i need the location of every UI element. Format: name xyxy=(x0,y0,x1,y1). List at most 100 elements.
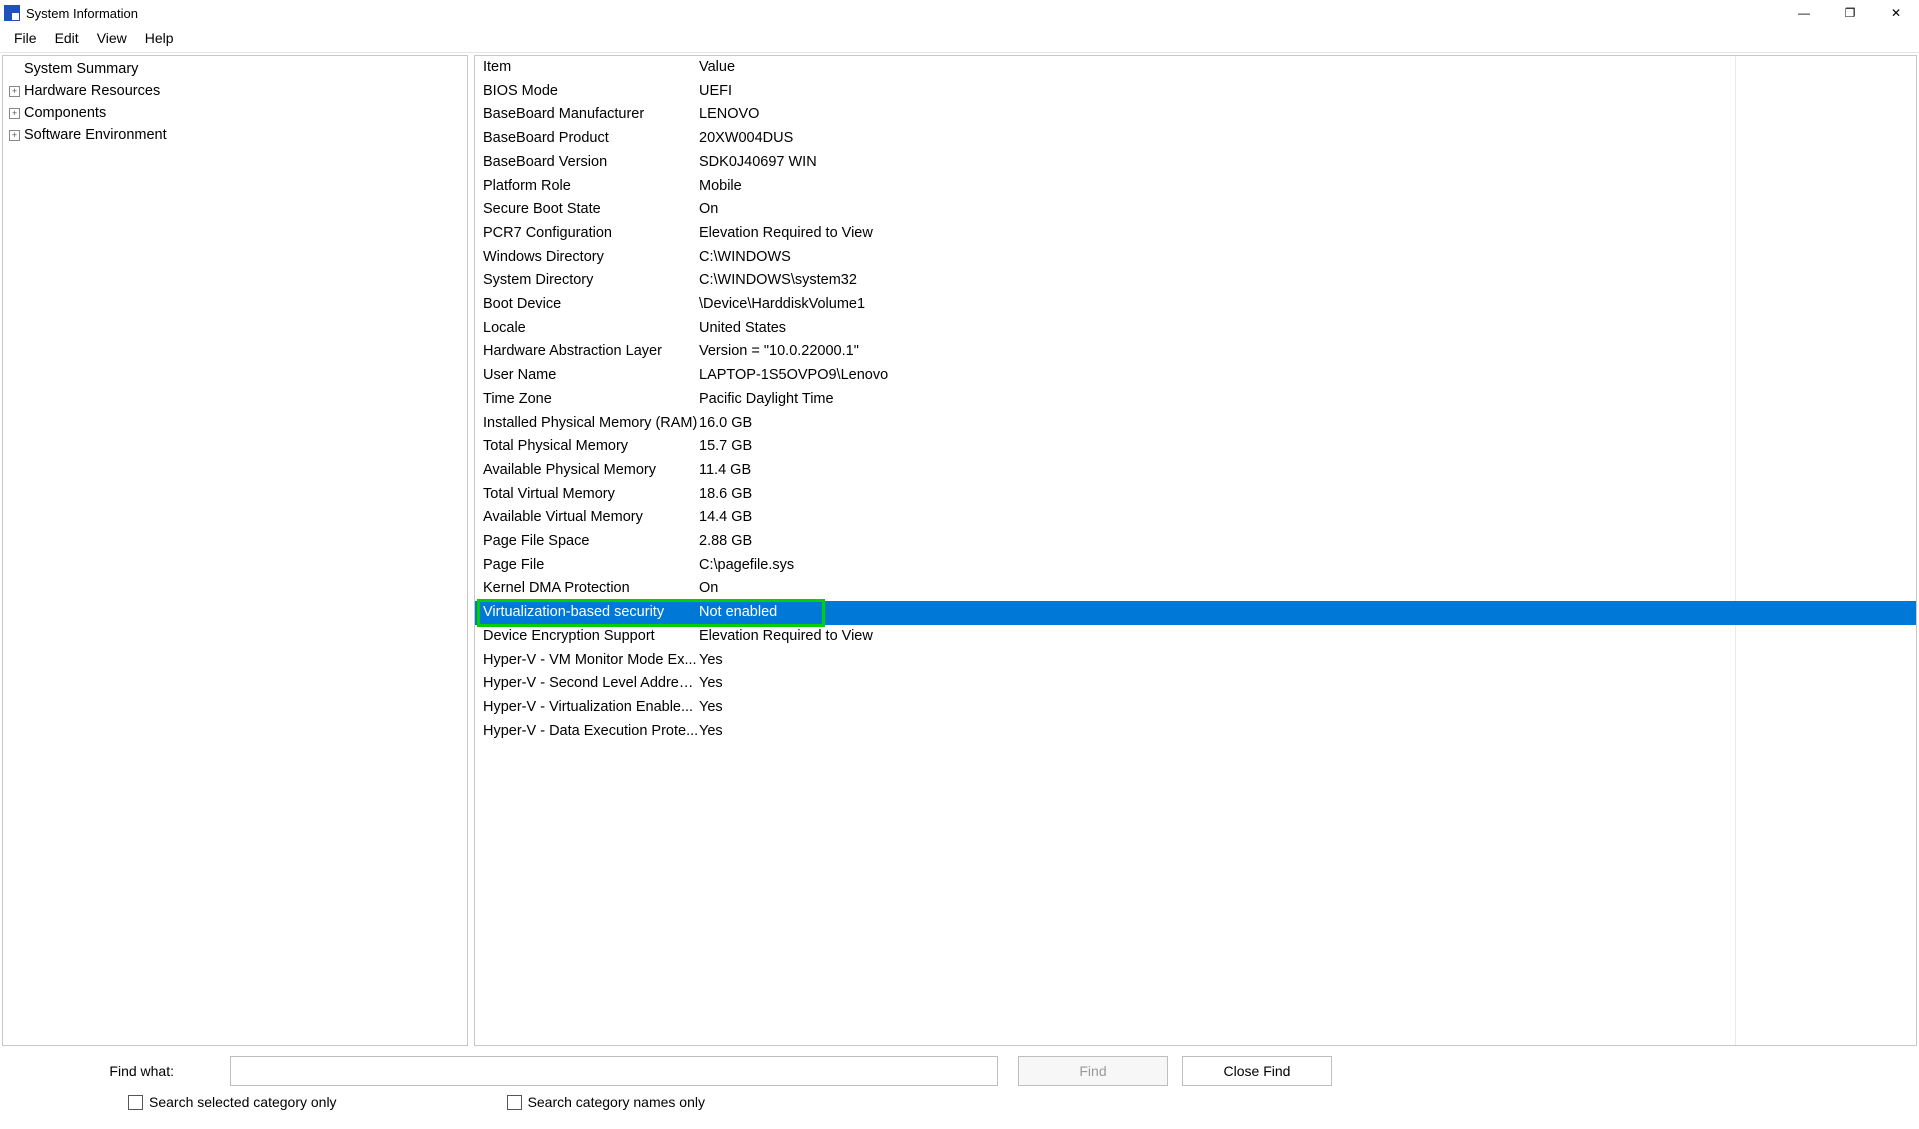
value-cell: 16.0 GB xyxy=(699,412,1916,436)
menu-view[interactable]: View xyxy=(89,28,135,48)
item-cell: User Name xyxy=(475,364,699,388)
details-row[interactable]: Page FileC:\pagefile.sys xyxy=(475,554,1916,578)
close-find-button[interactable]: Close Find xyxy=(1182,1056,1332,1086)
details-row[interactable]: BaseBoard Product20XW004DUS xyxy=(475,127,1916,151)
value-cell: United States xyxy=(699,317,1916,341)
details-scroll[interactable]: Item Value BIOS ModeUEFIBaseBoard Manufa… xyxy=(475,56,1916,1045)
item-cell: Hyper-V - Data Execution Prote... xyxy=(475,720,699,744)
tree-item-label: Software Environment xyxy=(24,125,167,145)
plus-icon[interactable]: + xyxy=(9,86,20,97)
item-cell: Available Physical Memory xyxy=(475,459,699,483)
value-cell: On xyxy=(699,577,1916,601)
value-cell: C:\WINDOWS xyxy=(699,246,1916,270)
details-row[interactable]: System DirectoryC:\WINDOWS\system32 xyxy=(475,269,1916,293)
search-names-checkbox[interactable]: Search category names only xyxy=(507,1094,705,1110)
checkbox-label: Search category names only xyxy=(528,1094,705,1110)
tree-root[interactable]: + System Summary xyxy=(3,58,467,80)
details-row[interactable]: Page File Space2.88 GB xyxy=(475,530,1916,554)
value-cell: C:\pagefile.sys xyxy=(699,554,1916,578)
close-button[interactable]: ✕ xyxy=(1873,0,1919,26)
item-cell: Hyper-V - Second Level Address... xyxy=(475,672,699,696)
value-cell: Yes xyxy=(699,720,1916,744)
details-row[interactable]: Hyper-V - Virtualization Enable...Yes xyxy=(475,696,1916,720)
tree-pane[interactable]: + System Summary + Hardware Resources + … xyxy=(2,55,468,1046)
app-icon xyxy=(4,5,20,21)
value-cell: Not enabled xyxy=(699,601,1916,625)
item-cell: Installed Physical Memory (RAM) xyxy=(475,412,699,436)
item-cell: PCR7 Configuration xyxy=(475,222,699,246)
item-cell: Platform Role xyxy=(475,175,699,199)
window-title: System Information xyxy=(26,6,138,21)
find-button[interactable]: Find xyxy=(1018,1056,1168,1086)
value-cell: Yes xyxy=(699,672,1916,696)
plus-icon[interactable]: + xyxy=(9,108,20,119)
menu-file[interactable]: File xyxy=(6,28,45,48)
details-row[interactable]: Total Virtual Memory18.6 GB xyxy=(475,483,1916,507)
item-cell: System Directory xyxy=(475,269,699,293)
search-selected-checkbox[interactable]: Search selected category only xyxy=(128,1094,337,1110)
details-row[interactable]: PCR7 ConfigurationElevation Required to … xyxy=(475,222,1916,246)
menu-edit[interactable]: Edit xyxy=(47,28,87,48)
tree-item-label: Hardware Resources xyxy=(24,81,160,101)
details-row[interactable]: Virtualization-based securityNot enabled xyxy=(475,601,1916,625)
minimize-icon: — xyxy=(1798,6,1810,20)
details-row[interactable]: Boot Device\Device\HarddiskVolume1 xyxy=(475,293,1916,317)
details-row[interactable]: Installed Physical Memory (RAM)16.0 GB xyxy=(475,412,1916,436)
menubar: File Edit View Help xyxy=(0,26,1919,53)
column-headers[interactable]: Item Value xyxy=(475,56,1916,80)
details-row[interactable]: BaseBoard ManufacturerLENOVO xyxy=(475,103,1916,127)
header-value[interactable]: Value xyxy=(699,56,1916,80)
details-row[interactable]: Secure Boot StateOn xyxy=(475,198,1916,222)
value-cell: UEFI xyxy=(699,80,1916,104)
item-cell: Hardware Abstraction Layer xyxy=(475,340,699,364)
value-cell: Yes xyxy=(699,696,1916,720)
value-cell: 2.88 GB xyxy=(699,530,1916,554)
value-cell: Version = "10.0.22000.1" xyxy=(699,340,1916,364)
item-cell: BIOS Mode xyxy=(475,80,699,104)
details-pane: Item Value BIOS ModeUEFIBaseBoard Manufa… xyxy=(474,55,1917,1046)
item-cell: Kernel DMA Protection xyxy=(475,577,699,601)
item-cell: Hyper-V - Virtualization Enable... xyxy=(475,696,699,720)
header-item[interactable]: Item xyxy=(475,56,699,80)
plus-icon[interactable]: + xyxy=(9,130,20,141)
find-label: Find what: xyxy=(12,1063,220,1079)
details-row[interactable]: BIOS ModeUEFI xyxy=(475,80,1916,104)
details-row[interactable]: Hyper-V - Second Level Address...Yes xyxy=(475,672,1916,696)
details-row[interactable]: Windows DirectoryC:\WINDOWS xyxy=(475,246,1916,270)
details-row[interactable]: LocaleUnited States xyxy=(475,317,1916,341)
menu-help[interactable]: Help xyxy=(137,28,182,48)
find-input[interactable] xyxy=(230,1056,998,1086)
value-cell: Yes xyxy=(699,649,1916,673)
details-row[interactable]: Available Virtual Memory14.4 GB xyxy=(475,506,1916,530)
maximize-button[interactable]: ❐ xyxy=(1827,0,1873,26)
details-row[interactable]: User NameLAPTOP-1S5OVPO9\Lenovo xyxy=(475,364,1916,388)
details-row[interactable]: Device Encryption SupportElevation Requi… xyxy=(475,625,1916,649)
details-row[interactable]: Kernel DMA ProtectionOn xyxy=(475,577,1916,601)
checkbox-label: Search selected category only xyxy=(149,1094,337,1110)
minimize-button[interactable]: — xyxy=(1781,0,1827,26)
details-row[interactable]: Time ZonePacific Daylight Time xyxy=(475,388,1916,412)
item-cell: Total Physical Memory xyxy=(475,435,699,459)
value-cell: Pacific Daylight Time xyxy=(699,388,1916,412)
details-row[interactable]: Platform RoleMobile xyxy=(475,175,1916,199)
work-area: + System Summary + Hardware Resources + … xyxy=(0,53,1919,1048)
item-cell: Boot Device xyxy=(475,293,699,317)
maximize-icon: ❐ xyxy=(1845,6,1856,20)
details-row[interactable]: Hardware Abstraction LayerVersion = "10.… xyxy=(475,340,1916,364)
tree-root-label: System Summary xyxy=(24,59,138,79)
details-row[interactable]: Hyper-V - VM Monitor Mode Ex...Yes xyxy=(475,649,1916,673)
value-cell: Elevation Required to View xyxy=(699,625,1916,649)
value-cell: LAPTOP-1S5OVPO9\Lenovo xyxy=(699,364,1916,388)
details-row[interactable]: Total Physical Memory15.7 GB xyxy=(475,435,1916,459)
tree-item-hardware[interactable]: + Hardware Resources xyxy=(3,80,467,102)
details-row[interactable]: BaseBoard VersionSDK0J40697 WIN xyxy=(475,151,1916,175)
details-row[interactable]: Hyper-V - Data Execution Prote...Yes xyxy=(475,720,1916,744)
tree-item-components[interactable]: + Components xyxy=(3,102,467,124)
tree-item-software[interactable]: + Software Environment xyxy=(3,124,467,146)
titlebar[interactable]: System Information — ❐ ✕ xyxy=(0,0,1919,26)
details-row[interactable]: Available Physical Memory11.4 GB xyxy=(475,459,1916,483)
value-cell: 15.7 GB xyxy=(699,435,1916,459)
item-cell: Device Encryption Support xyxy=(475,625,699,649)
item-cell: Locale xyxy=(475,317,699,341)
value-cell: Mobile xyxy=(699,175,1916,199)
